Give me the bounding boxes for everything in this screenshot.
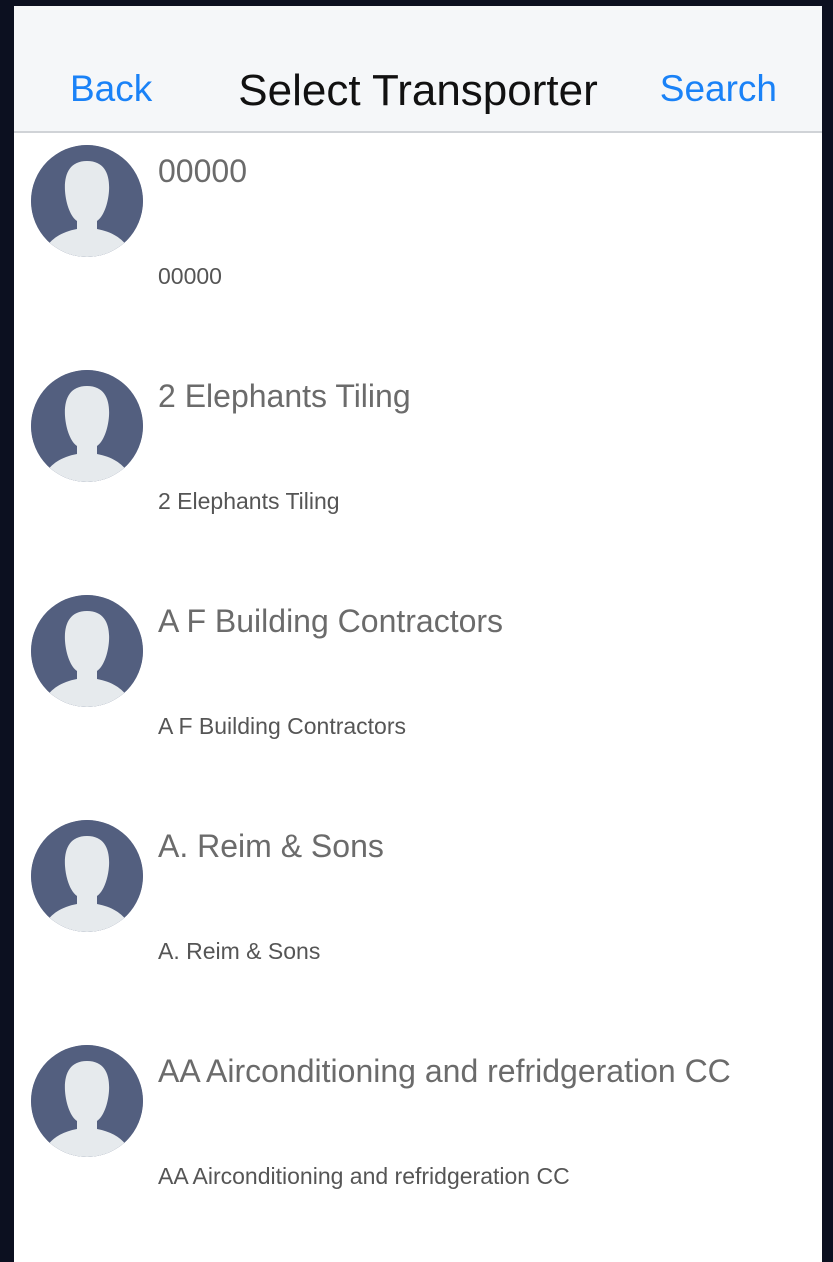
transporter-name: AA Airconditioning and refridgeration CC (158, 1053, 731, 1089)
transporter-subtitle: AA Airconditioning and refridgeration CC (158, 1163, 570, 1189)
list-item[interactable]: A F Building Contractors A F Building Co… (14, 583, 822, 808)
transporter-list: 00000 00000 2 Elephants Tiling 2 Elephan… (14, 133, 822, 1258)
user-avatar-icon (31, 595, 143, 707)
list-item[interactable]: AA Airconditioning and refridgeration CC… (14, 1033, 822, 1258)
list-item[interactable]: A. Reim & Sons A. Reim & Sons (14, 808, 822, 1033)
device-frame: Back Select Transporter Search 00000 000… (0, 0, 833, 1262)
search-button[interactable]: Search (660, 68, 777, 110)
user-avatar-icon (31, 145, 143, 257)
transporter-name: A F Building Contractors (158, 603, 504, 639)
transporter-name: 00000 (158, 153, 247, 189)
user-avatar-icon (31, 820, 143, 932)
transporter-subtitle: A F Building Contractors (158, 713, 407, 739)
transporter-name: 2 Elephants Tiling (158, 378, 411, 414)
user-avatar-icon (31, 370, 143, 482)
user-avatar-icon (31, 1045, 143, 1157)
transporter-name: A. Reim & Sons (158, 828, 384, 864)
app-screen: Back Select Transporter Search 00000 000… (14, 6, 822, 1262)
navigation-bar: Back Select Transporter Search (14, 6, 822, 133)
transporter-subtitle: 2 Elephants Tiling (158, 488, 340, 514)
transporter-subtitle: A. Reim & Sons (158, 938, 321, 964)
list-item[interactable]: 00000 00000 (14, 133, 822, 358)
list-item[interactable]: 2 Elephants Tiling 2 Elephants Tiling (14, 358, 822, 583)
transporter-subtitle: 00000 (158, 263, 222, 289)
